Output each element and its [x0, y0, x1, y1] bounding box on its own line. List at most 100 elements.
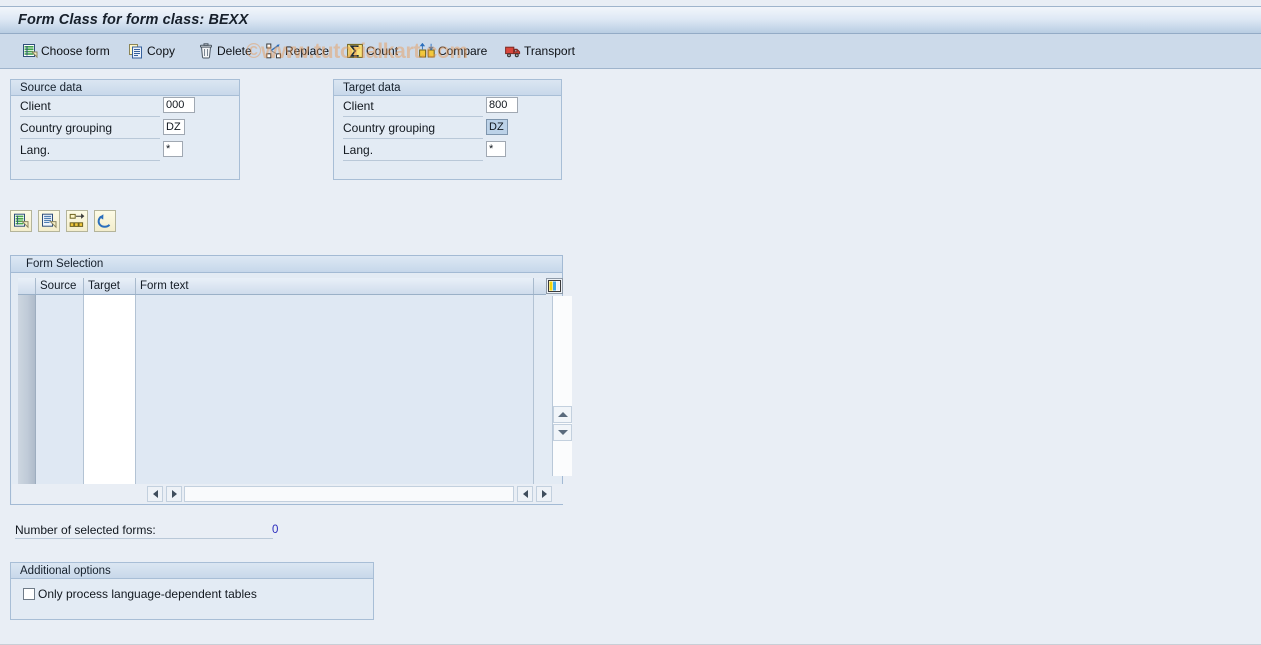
additional-options-group: Additional options Only process language… [10, 562, 374, 620]
row-selector-cell[interactable] [18, 295, 36, 316]
toolbar-button-choose-form[interactable]: Choose form [20, 38, 112, 64]
selected-forms-value: 0 [272, 524, 279, 536]
row-selector-cell[interactable] [18, 355, 36, 376]
table-row[interactable] [18, 315, 546, 336]
toolbar-button-transport[interactable]: Transport [503, 38, 577, 64]
grid-cell-target[interactable] [84, 315, 136, 336]
scroll-right-icon [171, 490, 177, 498]
grid-horizontal-scrollbar[interactable] [12, 484, 563, 504]
table-row[interactable] [18, 295, 546, 316]
deselect-all-entries-icon [39, 211, 59, 231]
target-data-client-input[interactable]: 800 [486, 97, 518, 113]
compare-icon [419, 43, 435, 59]
page-title: Form Class for form class: BEXX [18, 12, 249, 28]
scroll-left-button-outer[interactable] [517, 486, 533, 502]
grid-cell-target[interactable] [84, 435, 136, 456]
toolbar-button-label: Copy [147, 44, 176, 58]
truck-transport-icon [505, 43, 521, 59]
language-dependent-tables-checkbox[interactable] [23, 588, 35, 600]
row-selector-cell[interactable] [18, 395, 36, 416]
source-data-field-row: Lang. * [11, 140, 239, 162]
grid-cell-target[interactable] [84, 415, 136, 436]
grid-cell-source [36, 395, 84, 416]
target-data-field-label: Country grouping [343, 121, 436, 135]
sap-application-window: Form Class for form class: BEXX Choose f… [0, 0, 1261, 645]
refresh-arrow-button[interactable] [94, 210, 116, 232]
toolbar-button-label: Count [366, 44, 399, 58]
table-row[interactable] [18, 335, 546, 356]
grid-cell-source [36, 355, 84, 376]
language-dependent-tables-checkbox-row[interactable]: Only process language-dependent tables [23, 587, 257, 601]
horizontal-scroll-thumb[interactable] [184, 486, 514, 502]
grid-cell-source [36, 415, 84, 436]
field-underline [20, 116, 160, 117]
target-data-lang--input[interactable]: * [486, 141, 506, 157]
toolbar-button-label: Delete [217, 44, 252, 58]
table-form-icon-glyph [23, 44, 38, 59]
table-row[interactable] [18, 395, 546, 416]
scroll-down-button[interactable] [553, 424, 572, 441]
deselect-all-entries-button[interactable] [38, 210, 60, 232]
grid-layout-glyph [548, 280, 561, 292]
scroll-up-button[interactable] [553, 406, 572, 423]
source-data-field-row: Country grouping DZ [11, 118, 239, 140]
replace-icon-glyph [266, 43, 281, 59]
grid-cell-source [36, 455, 84, 476]
select-all-entries-button[interactable] [10, 210, 32, 232]
field-underline [343, 116, 483, 117]
row-selector-cell[interactable] [18, 335, 36, 356]
grid-cell-form-text [136, 315, 534, 336]
source-data-country-grouping-input[interactable]: DZ [163, 119, 185, 135]
trash-icon-glyph [200, 43, 212, 59]
table-row[interactable] [18, 435, 546, 456]
scroll-down-icon [557, 430, 568, 435]
toolbar-button-replace[interactable]: Replace [264, 38, 331, 64]
toolbar-button-count[interactable]: Count [345, 38, 400, 64]
selected-forms-underline [15, 538, 273, 539]
grid-cell-source [36, 375, 84, 396]
form-selection-panel: Form Selection Source Target Form text [10, 255, 572, 505]
grid-cell-target[interactable] [84, 295, 136, 316]
grid-cell-target[interactable] [84, 355, 136, 376]
trash-icon [198, 43, 214, 59]
row-selector-cell[interactable] [18, 375, 36, 396]
table-row[interactable] [18, 455, 546, 476]
grid-column-header-target[interactable]: Target [84, 278, 136, 294]
grid-vertical-scrollbar[interactable] [552, 296, 572, 476]
toolbar-button-delete[interactable]: Delete [196, 38, 254, 64]
table-row[interactable] [18, 415, 546, 436]
scroll-right-button-inner[interactable] [166, 486, 182, 502]
grid-cell-target[interactable] [84, 455, 136, 476]
scroll-right-button-outer[interactable] [536, 486, 552, 502]
row-selector-cell[interactable] [18, 435, 36, 456]
table-form-icon [22, 43, 38, 59]
row-selector-cell[interactable] [18, 315, 36, 336]
field-underline [343, 160, 483, 161]
source-data-lang--input[interactable]: * [163, 141, 183, 157]
grid-cell-target[interactable] [84, 395, 136, 416]
action-icon-toolbar [0, 210, 200, 234]
grid-column-header-form-text[interactable]: Form text [136, 278, 534, 294]
grid-select-all-corner[interactable] [18, 278, 36, 294]
table-row[interactable] [18, 355, 546, 376]
refresh-arrow-icon [95, 211, 115, 231]
scroll-left-button-inner[interactable] [147, 486, 163, 502]
grid-cell-form-text [136, 295, 534, 316]
grid-cell-target[interactable] [84, 375, 136, 396]
target-data-country-grouping-input[interactable]: DZ [486, 119, 508, 135]
toolbar-button-copy[interactable]: Copy [126, 38, 177, 64]
grid-layout-icon[interactable] [546, 278, 563, 294]
truck-transport-icon-glyph [505, 46, 521, 58]
source-data-field-label: Lang. [20, 143, 51, 157]
grid-cell-target[interactable] [84, 335, 136, 356]
source-data-client-input[interactable]: 000 [163, 97, 195, 113]
sort-filter-button[interactable] [66, 210, 88, 232]
row-selector-cell[interactable] [18, 455, 36, 476]
copy-icon-glyph [129, 44, 142, 59]
row-selector-cell[interactable] [18, 415, 36, 436]
toolbar-button-compare[interactable]: Compare [417, 38, 489, 64]
target-data-field-row: Country grouping DZ [334, 118, 561, 140]
target-data-field-row: Client 800 [334, 96, 561, 118]
grid-column-header-source[interactable]: Source [36, 278, 84, 294]
table-row[interactable] [18, 375, 546, 396]
